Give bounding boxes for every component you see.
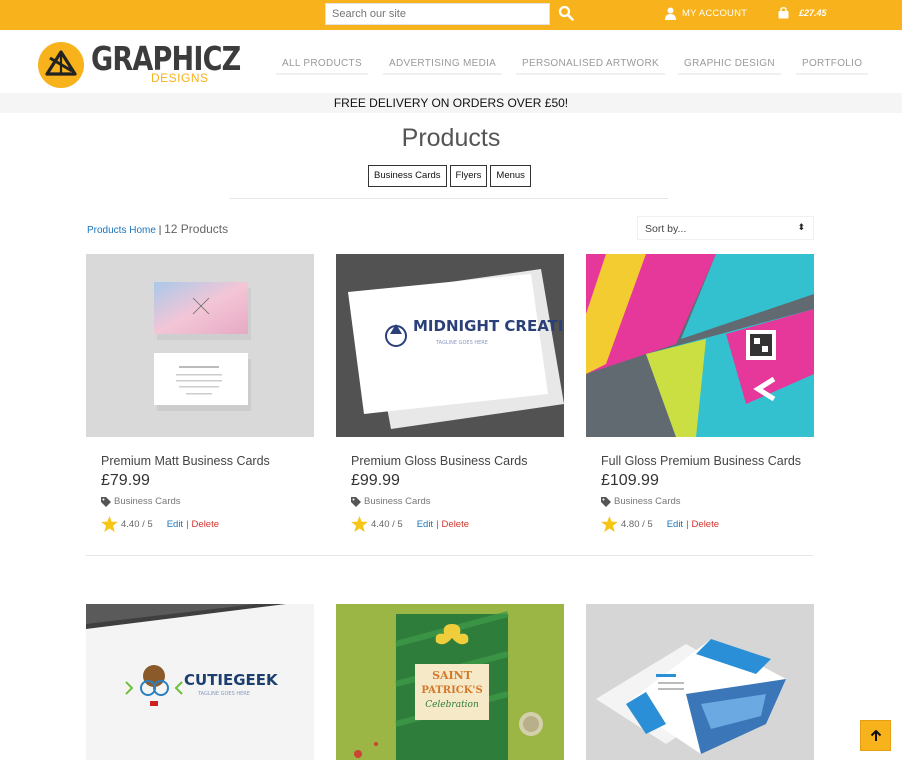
product-card[interactable]: SAINT PATRICK'S Celebration [336,604,564,760]
brand-logo[interactable]: GRAPHICZ DESIGNS [37,40,241,90]
product-price: £79.99 [101,472,150,489]
product-category-label: Business Cards [364,496,431,507]
edit-link[interactable]: Edit [667,519,683,530]
product-price: £99.99 [351,472,400,489]
page-title: Products [401,124,501,152]
bag-icon [778,7,789,19]
product-rating: 4.80 / 5 Edit | Delete [601,516,719,532]
rating-value: 4.40 / 5 [371,518,403,530]
product-image[interactable]: MIDNIGHT CREATIVE TAGLINE GOES HERE [336,254,564,437]
my-account-link[interactable]: MY ACCOUNT [665,7,747,20]
star-icon [101,516,118,532]
back-to-top-button[interactable] [860,720,891,751]
delete-link[interactable]: Delete [442,519,469,530]
product-image[interactable] [586,254,814,437]
divider [86,555,813,556]
brand-sub: DESIGNS [151,71,209,85]
rating-value: 4.80 / 5 [621,518,653,530]
card-image-text: MIDNIGHT CREATIVE [413,317,564,335]
nav-all-products[interactable]: ALL PRODUCTS [276,57,368,75]
arrow-up-icon [870,729,881,741]
poster-text-line: Celebration [425,700,479,710]
search-input[interactable] [326,4,549,24]
product-rating: 4.40 / 5 Edit | Delete [101,516,219,532]
delete-link[interactable]: Delete [192,519,219,530]
sort-select[interactable]: Sort by... ⬍ [637,216,814,240]
product-image[interactable]: CUTIEGEEK TAGLINE GOES HERE [86,604,314,760]
product-category[interactable]: Business Cards [101,496,181,507]
search-box[interactable] [325,3,550,25]
card-image-tagline: TAGLINE GOES HERE [435,340,488,346]
search-button[interactable] [558,5,576,23]
cart-link[interactable]: £27.45 [778,7,827,19]
product-name[interactable]: Premium Matt Business Cards [101,454,270,468]
sort-arrows-icon: ⬍ [797,222,805,232]
card-image-text: CUTIEGEEK [184,671,279,689]
star-icon [351,516,368,532]
edit-link[interactable]: Edit [417,519,433,530]
category-filters: Business Cards Flyers Menus [368,165,531,187]
product-card[interactable]: CUTIEGEEK TAGLINE GOES HERE [86,604,314,760]
card-image-tagline: TAGLINE GOES HERE [197,691,250,697]
poster-text-line: SAINT [432,669,473,682]
tag-icon [351,496,361,507]
sort-label: Sort by... [645,223,687,235]
promo-banner: FREE DELIVERY ON ORDERS OVER £50! [0,93,902,113]
poster-text-line: PATRICK'S [421,685,482,696]
nav-personalised-artwork[interactable]: PERSONALISED ARTWORK [516,57,665,75]
user-icon [665,7,676,20]
site-header: GRAPHICZ DESIGNS ALL PRODUCTS ADVERTISIN… [0,30,902,93]
filter-menus[interactable]: Menus [490,165,531,187]
products-home-link[interactable]: Products Home [87,225,156,236]
action-separator: | [686,518,689,530]
product-image[interactable] [586,604,814,760]
breadcrumb-separator: | [158,225,162,236]
my-account-label: MY ACCOUNT [682,8,748,19]
rating-value: 4.40 / 5 [121,518,153,530]
action-separator: | [186,518,189,530]
star-icon [601,516,618,532]
logo-mark-icon [38,42,84,88]
divider [230,198,668,199]
tag-icon [601,496,611,507]
product-price: £109.99 [601,472,659,489]
edit-link[interactable]: Edit [167,519,183,530]
filter-flyers[interactable]: Flyers [449,165,488,187]
product-count: 12 Products [164,222,229,236]
cart-total: £27.45 [799,8,827,18]
search-icon [558,5,574,21]
product-card[interactable] [586,604,814,760]
nav-advertising-media[interactable]: ADVERTISING MEDIA [383,57,503,75]
product-category-label: Business Cards [114,496,181,507]
tag-icon [101,496,111,507]
product-name[interactable]: Premium Gloss Business Cards [351,454,527,468]
nav-portfolio[interactable]: PORTFOLIO [796,57,869,75]
product-category-label: Business Cards [614,496,681,507]
top-bar: MY ACCOUNT £27.45 [0,0,902,30]
product-name[interactable]: Full Gloss Premium Business Cards [601,454,801,468]
nav-graphic-design[interactable]: GRAPHIC DESIGN [678,57,781,75]
product-rating: 4.40 / 5 Edit | Delete [351,516,469,532]
action-separator: | [436,518,439,530]
product-category[interactable]: Business Cards [351,496,431,507]
delete-link[interactable]: Delete [692,519,719,530]
filter-business-cards[interactable]: Business Cards [368,165,447,187]
product-image[interactable] [86,254,314,437]
product-image[interactable]: SAINT PATRICK'S Celebration [336,604,564,760]
breadcrumb: Products Home | 12 Products [87,222,228,236]
product-category[interactable]: Business Cards [601,496,681,507]
